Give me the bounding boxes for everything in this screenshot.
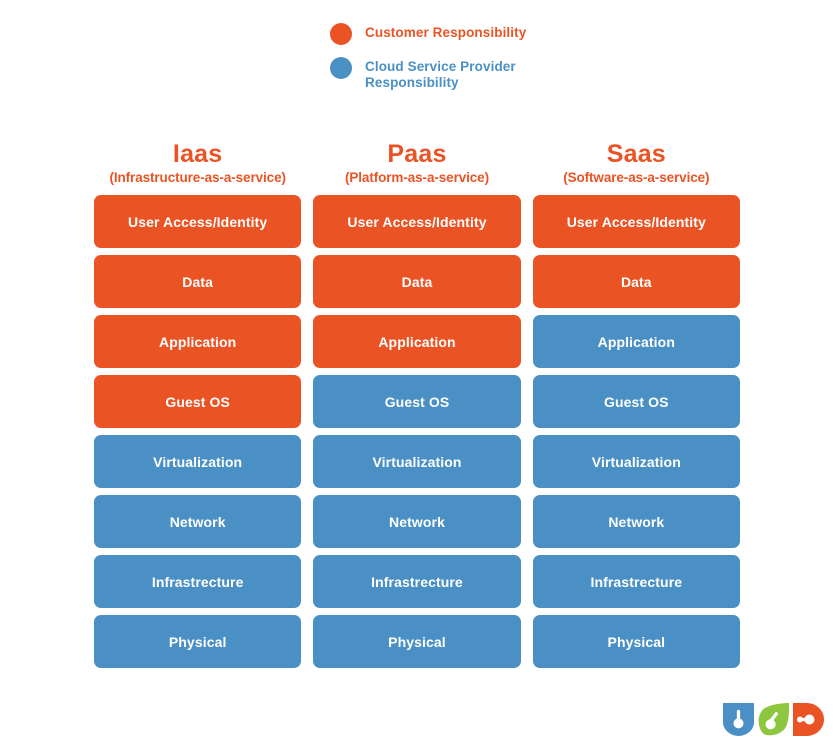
matrix-cell: Infrastrecture	[313, 555, 521, 608]
matrix-cell: Guest OS	[94, 375, 302, 428]
matrix-row: Infrastrecture Infrastrecture Infrastrectu…	[94, 555, 740, 608]
column-header-iaas: Iaas (Infrastructure-as-a-service)	[94, 140, 301, 186]
matrix-cell: Application	[94, 315, 302, 368]
matrix-row: Virtualization Virtualization Virtualizati…	[94, 435, 740, 488]
matrix-cell: Physical	[532, 615, 740, 668]
legend-item-customer: Customer Responsibility	[330, 22, 630, 45]
legend: Customer Responsibility Cloud Service Pr…	[330, 22, 630, 101]
matrix-row: Physical Physical Physical	[94, 615, 740, 668]
column-header-paas: Paas (Platform-as-a-service)	[313, 140, 520, 186]
matrix-cell: Virtualization	[94, 435, 302, 488]
column-subtitle: (Platform-as-a-service)	[344, 170, 489, 185]
matrix-cell: User Access/Identity	[532, 195, 740, 248]
matrix-body: User Access/Identity User Access/Identity…	[94, 195, 740, 668]
matrix-cell: Data	[94, 255, 302, 308]
shield-badge-icon	[723, 703, 754, 736]
matrix-cell: Infrastrecture	[532, 555, 740, 608]
legend-dot-icon	[330, 23, 352, 45]
column-title: Saas	[606, 140, 666, 168]
column-subtitle: (Infrastructure-as-a-service)	[109, 170, 286, 185]
brand-badges	[723, 703, 824, 736]
matrix-cell: Physical	[94, 615, 302, 668]
matrix-cell: Application	[313, 315, 521, 368]
matrix-cell: Application	[532, 315, 740, 368]
column-title: Iaas	[172, 140, 223, 168]
leaf-badge-icon	[758, 703, 789, 736]
matrix-row: User Access/Identity User Access/Identity…	[94, 195, 740, 248]
matrix-row: Application Application Application	[94, 315, 740, 368]
matrix-header-row: Iaas (Infrastructure-as-a-service) Paas …	[94, 140, 740, 186]
matrix-cell: Guest OS	[313, 375, 521, 428]
matrix-cell: Network	[532, 495, 740, 548]
matrix-cell: Network	[94, 495, 302, 548]
matrix-cell: Virtualization	[532, 435, 740, 488]
matrix-row: Guest OS Guest OS Guest OS	[94, 375, 740, 428]
legend-item-label: Cloud Service Provider Responsibility	[365, 59, 516, 90]
matrix-row: Data Data Data	[94, 255, 740, 308]
matrix-cell: Virtualization	[313, 435, 521, 488]
matrix-cell: Network	[313, 495, 521, 548]
matrix-cell: User Access/Identity	[94, 195, 302, 248]
legend-dot-icon	[330, 57, 352, 79]
matrix-cell: Infrastrecture	[94, 555, 302, 608]
matrix-cell: Data	[532, 255, 740, 308]
d-badge-icon	[793, 703, 824, 736]
matrix-cell: Guest OS	[532, 375, 740, 428]
legend-item-label: Customer Responsibility	[365, 25, 527, 40]
matrix-row: Network Network Network	[94, 495, 740, 548]
matrix-cell: User Access/Identity	[313, 195, 521, 248]
column-header-saas: Saas (Software-as-a-service)	[533, 140, 740, 186]
matrix-cell: Physical	[313, 615, 521, 668]
column-title: Paas	[387, 140, 447, 168]
legend-item-provider: Cloud Service Provider Responsibility	[330, 56, 630, 90]
matrix-cell: Data	[313, 255, 521, 308]
column-subtitle: (Software-as-a-service)	[563, 170, 710, 185]
responsibility-matrix: Iaas (Infrastructure-as-a-service) Paas …	[94, 140, 740, 675]
